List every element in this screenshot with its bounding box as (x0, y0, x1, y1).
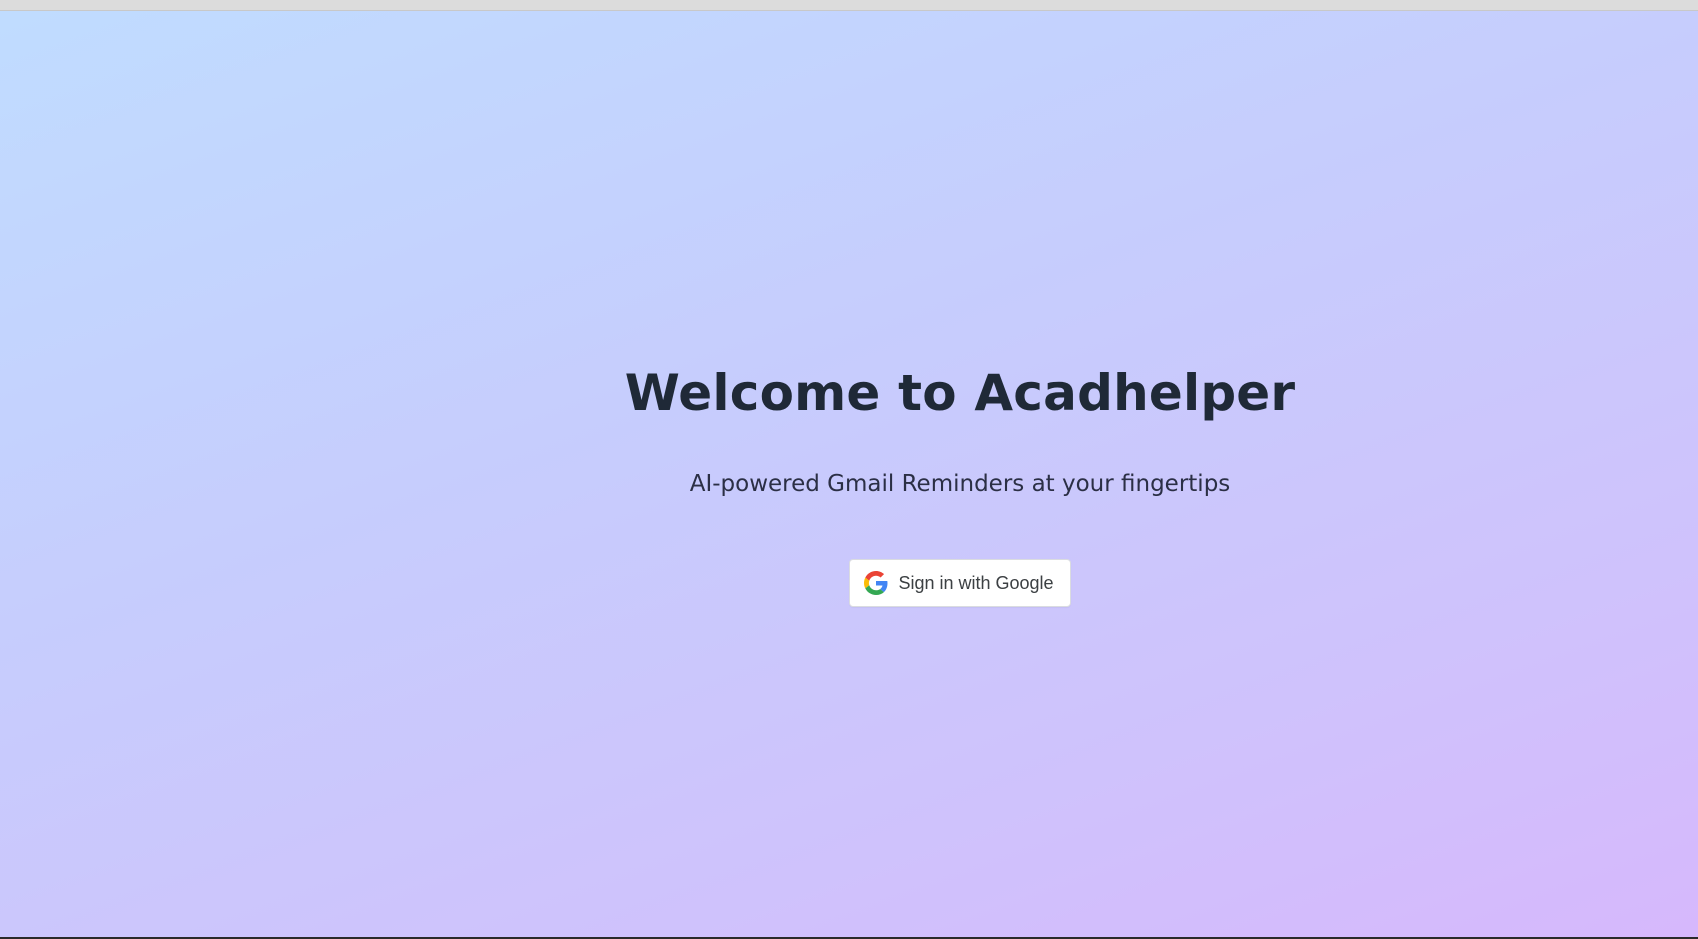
google-signin-button[interactable]: Sign in with Google (849, 559, 1071, 607)
hero-section: Welcome to Acadhelper AI-powered Gmail R… (560, 363, 1360, 607)
google-g-icon (864, 571, 888, 595)
landing-page: Welcome to Acadhelper AI-powered Gmail R… (0, 11, 1698, 939)
page-title: Welcome to Acadhelper (624, 364, 1296, 422)
browser-top-strip (0, 0, 1698, 11)
google-signin-label: Sign in with Google (898, 572, 1054, 593)
page-subtitle: AI-powered Gmail Reminders at your finge… (689, 471, 1231, 497)
